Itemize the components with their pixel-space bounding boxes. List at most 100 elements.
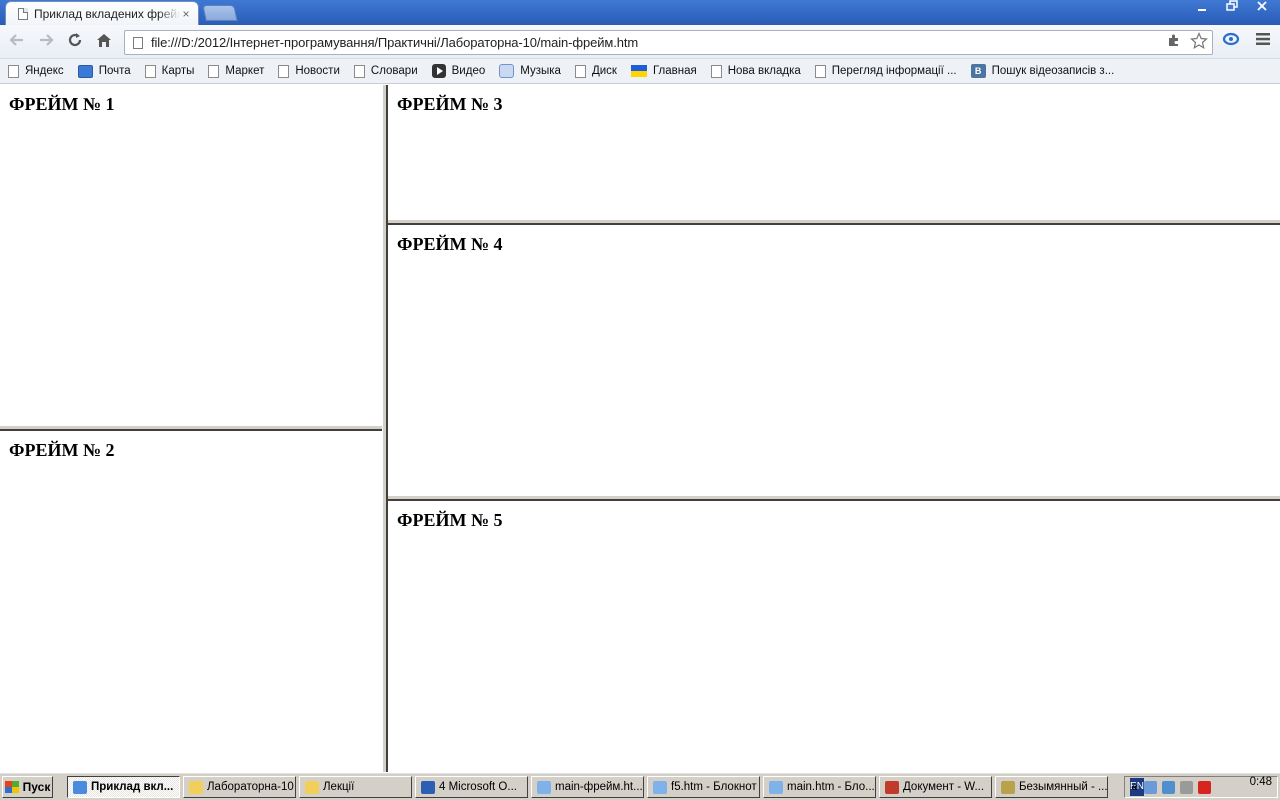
taskbar-button-label: Документ - W... (903, 781, 985, 793)
bookmark-label: Перегляд інформації ... (831, 65, 957, 77)
frame-2-heading: ФРЕЙМ № 2 (9, 440, 115, 460)
bookmark-label: Яндекс (25, 65, 64, 77)
taskbar-button[interactable]: main-фрейм.ht... (531, 776, 644, 798)
home-button[interactable] (93, 31, 115, 53)
app-icon (537, 780, 551, 794)
window-controls (1188, 0, 1276, 18)
frame-3: ФРЕЙМ № 3 (388, 85, 1280, 219)
clock[interactable]: 0:48 (1250, 776, 1272, 788)
page-icon (814, 64, 826, 78)
url-text[interactable]: file:///D:/2012/Інтернет-програмування/П… (151, 35, 638, 50)
network-activity-icon[interactable] (1161, 780, 1175, 794)
bookmark-item[interactable]: B Пошук відеозаписів з... (970, 64, 1115, 78)
taskbar-button[interactable]: Приклад вкл... (67, 776, 180, 798)
page-icon (144, 64, 156, 78)
bookmark-label: Диск (591, 65, 617, 77)
bookmark-item[interactable]: Карты (144, 64, 195, 78)
page-info-icon[interactable] (133, 36, 143, 49)
frame-1: ФРЕЙМ № 1 (0, 85, 382, 425)
bookmark-item[interactable]: Яндекс (8, 64, 64, 78)
volume-icon[interactable] (1179, 780, 1193, 794)
page-icon (710, 64, 722, 78)
bookmark-label: Новости (295, 65, 340, 77)
restore-button[interactable] (1218, 0, 1246, 17)
bookmark-item[interactable]: Словари (353, 64, 418, 78)
page-icon (18, 7, 28, 20)
taskbar-button[interactable]: Лабораторна-10 (183, 776, 296, 798)
taskbar-button[interactable]: Безымянный - ... (995, 776, 1108, 798)
title-bar: Приклад вкладених фреймів × (0, 0, 1280, 25)
frame-5-heading: ФРЕЙМ № 5 (397, 510, 503, 530)
bookmark-item[interactable]: Нова вкладка (710, 64, 801, 78)
app-icon (421, 780, 435, 794)
restore-icon (1226, 0, 1238, 11)
extension-button[interactable] (1220, 30, 1242, 54)
taskbar-button[interactable]: Лекції (299, 776, 412, 798)
antivirus-icon[interactable] (1197, 780, 1211, 794)
bookmark-item[interactable]: Новости (278, 64, 340, 78)
browser-tab[interactable]: Приклад вкладених фреймів × (5, 1, 199, 25)
taskbar-button[interactable]: main.htm - Бло... (763, 776, 876, 798)
frame-3-heading: ФРЕЙМ № 3 (397, 94, 503, 114)
taskbar-button[interactable]: 4 Microsoft O... (415, 776, 528, 798)
taskbar-button[interactable]: Документ - W... (879, 776, 992, 798)
back-icon (9, 34, 23, 46)
close-window-button[interactable] (1248, 0, 1276, 17)
app-icon (189, 780, 203, 794)
reload-icon (68, 33, 82, 47)
flag-icon (630, 65, 647, 77)
bookmark-label: Музыка (520, 65, 561, 77)
tray-collapse-button[interactable]: « (1131, 780, 1138, 794)
bookmark-label: Главная (652, 65, 697, 77)
taskbar-button-label: Лекції (323, 781, 355, 793)
video-icon (431, 64, 446, 78)
bookmark-item[interactable]: Главная (630, 65, 697, 77)
bookmark-label: Пошук відеозаписів з... (991, 65, 1115, 77)
reload-button[interactable] (64, 31, 86, 53)
page-icon (8, 64, 19, 78)
windows-logo-icon (4, 781, 19, 793)
minimize-button[interactable] (1188, 0, 1216, 17)
app-icon (769, 780, 783, 794)
forward-button[interactable] (35, 31, 57, 53)
taskbar-button-label: Приклад вкл... (91, 781, 174, 793)
bookmark-label: Нова вкладка (727, 65, 801, 77)
app-icon (73, 780, 87, 794)
app-icon (1001, 780, 1015, 794)
minimize-icon (1198, 9, 1206, 11)
bookmark-star-icon[interactable] (1190, 32, 1208, 50)
page-icon (574, 64, 586, 78)
bookmark-item[interactable]: Видео (431, 64, 486, 78)
frame-2: ФРЕЙМ № 2 (0, 431, 382, 772)
bookmark-label: Карты (161, 65, 195, 77)
taskbar-button-label: Лабораторна-10 (207, 781, 294, 793)
frame-4: ФРЕЙМ № 4 (388, 225, 1280, 495)
tab-close-button[interactable]: × (180, 7, 192, 21)
taskbar-button[interactable]: f5.htm - Блокнот (647, 776, 760, 798)
bookmark-label: Словари (370, 65, 418, 77)
frame-5: ФРЕЙМ № 5 (388, 501, 1280, 772)
bookmark-item[interactable]: Диск (574, 64, 617, 78)
menu-button[interactable] (1252, 30, 1274, 54)
bookmarks-bar: Яндекс Почта Карты Маркет Новости Словари Виде… (0, 59, 1280, 84)
bookmark-item[interactable]: Перегляд інформації ... (814, 64, 957, 78)
start-button[interactable]: Пуск (2, 776, 53, 798)
back-button[interactable] (6, 31, 28, 53)
bookmark-item[interactable]: Почта (77, 64, 131, 78)
frame-4-heading: ФРЕЙМ № 4 (397, 234, 503, 254)
network-icon[interactable] (1143, 780, 1157, 794)
bookmark-label: Видео (451, 65, 486, 77)
page-icon (208, 64, 220, 78)
new-tab-button[interactable] (202, 5, 238, 21)
taskbar-button-label: main-фрейм.ht... (555, 781, 643, 793)
bookmark-item[interactable]: Маркет (208, 64, 264, 78)
bookmark-item[interactable]: Музыка (499, 64, 561, 78)
frame-1-heading: ФРЕЙМ № 1 (9, 94, 115, 114)
address-bar[interactable]: file:///D:/2012/Інтернет-програмування/П… (124, 30, 1213, 55)
app-icon (305, 780, 319, 794)
taskbar-button-label: Безымянный - ... (1019, 781, 1108, 793)
forward-icon (40, 34, 54, 46)
extension-icon[interactable] (1166, 32, 1182, 48)
close-icon (1257, 1, 1267, 11)
music-icon (499, 64, 515, 78)
